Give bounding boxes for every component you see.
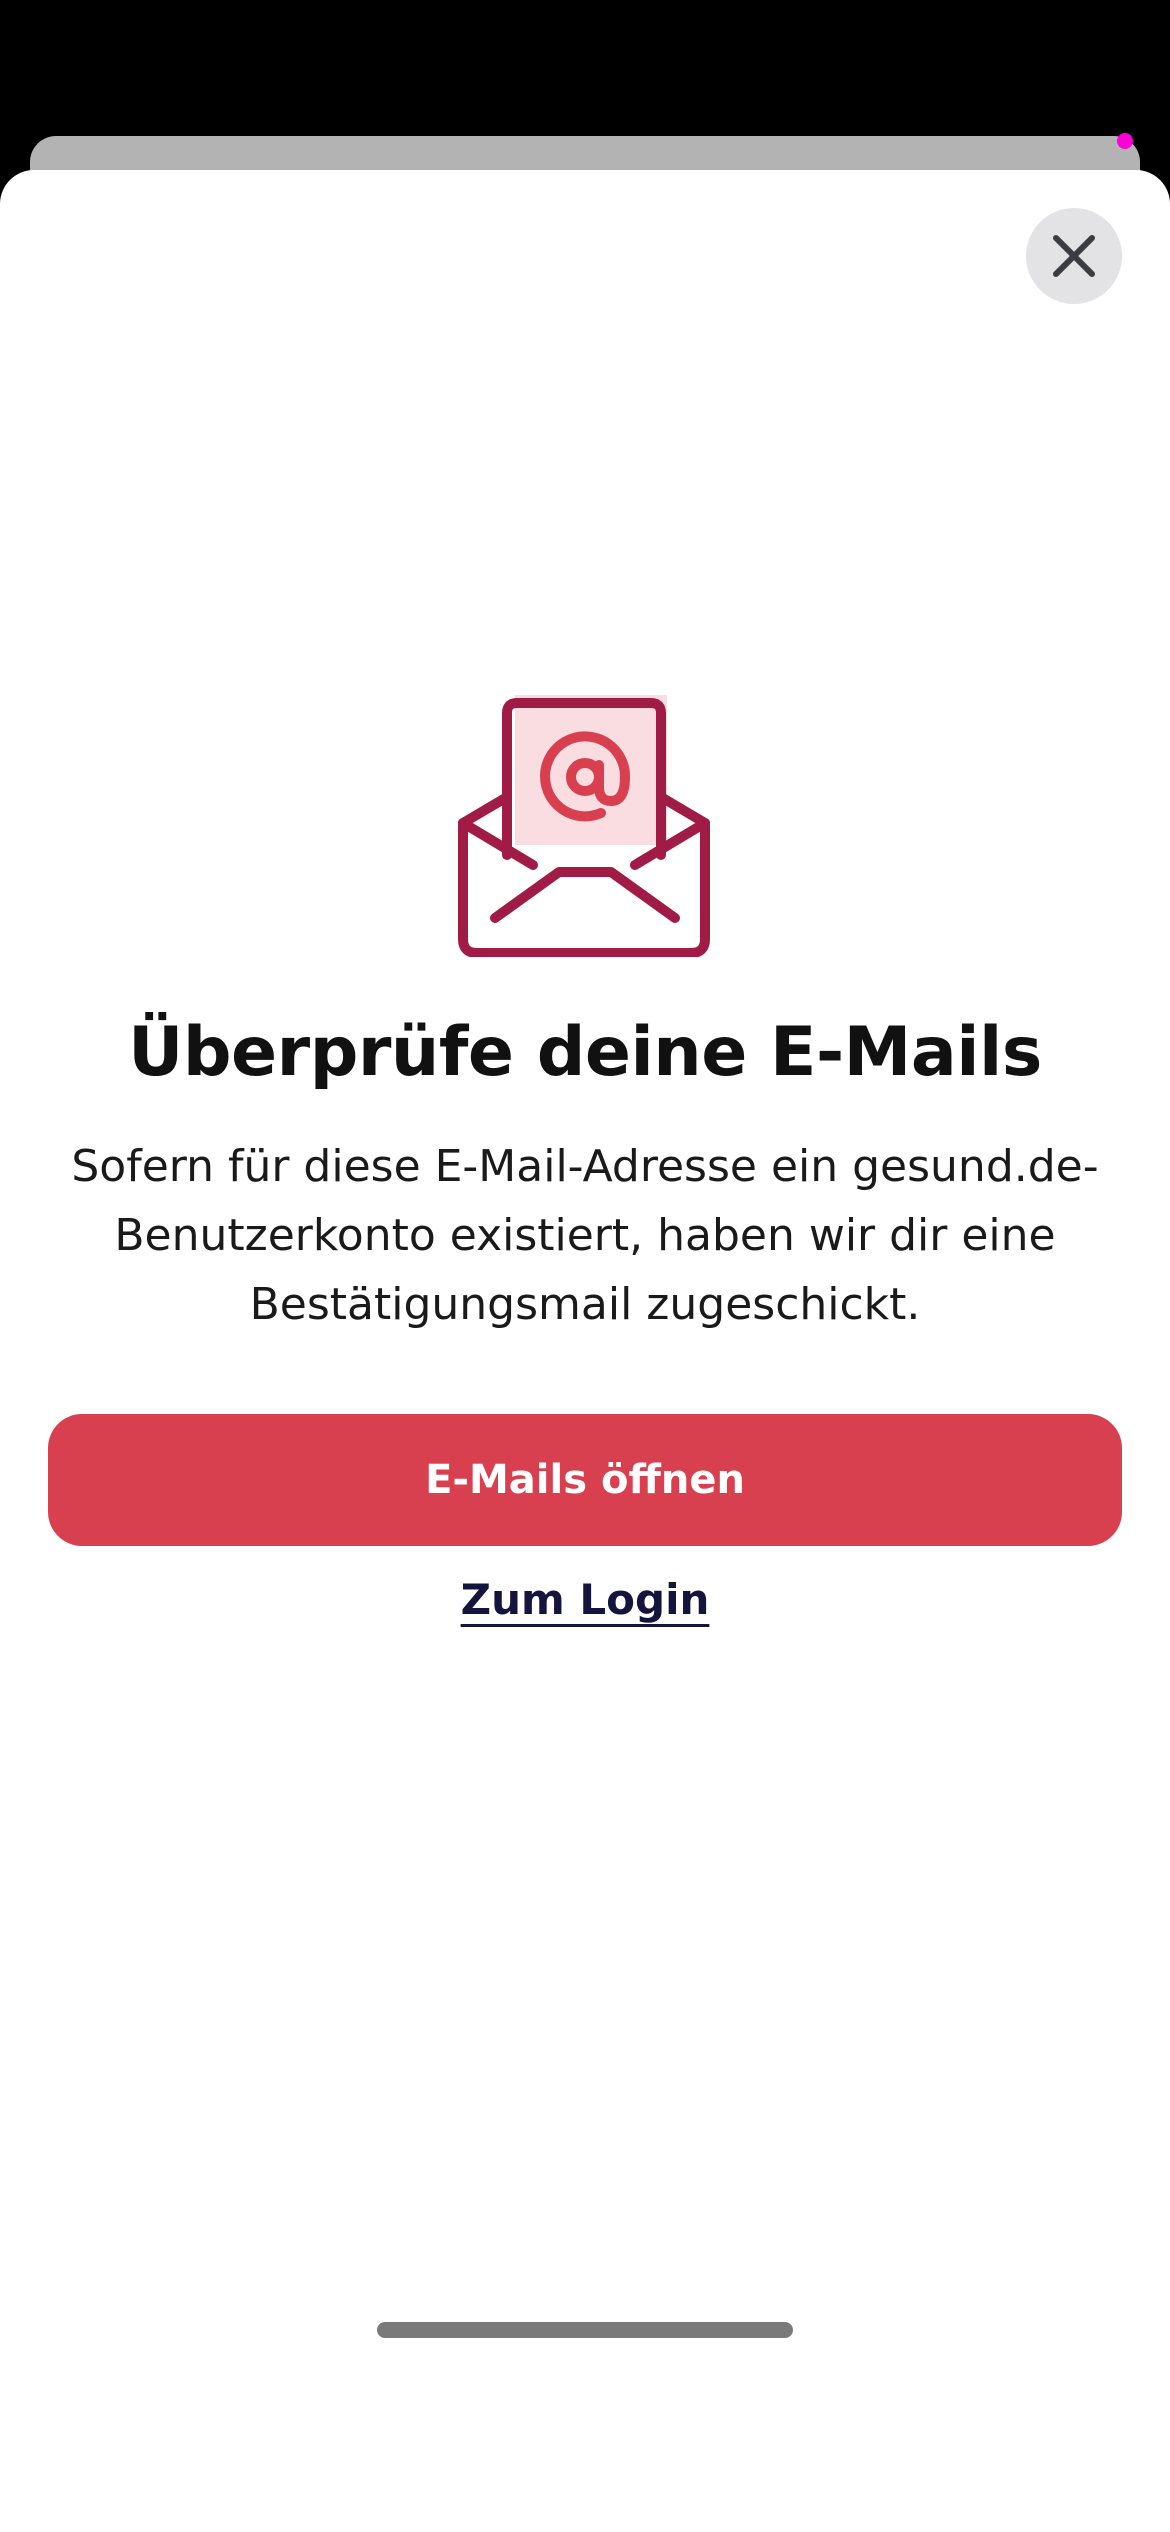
page-title: Überprüfe deine E-Mails xyxy=(128,1013,1042,1092)
description-text: Sofern für diese E-Mail-Adresse ein gesu… xyxy=(71,1141,1099,1330)
envelope-at-icon xyxy=(458,695,710,957)
screen: Überprüfe deine E-Mails Sofern für diese… xyxy=(0,0,1170,2532)
recording-indicator-dot xyxy=(1117,133,1133,149)
close-button[interactable] xyxy=(1026,208,1122,304)
modal-sheet: Überprüfe deine E-Mails Sofern für diese… xyxy=(0,170,1170,2532)
open-emails-button[interactable]: E-Mails öffnen xyxy=(48,1414,1122,1546)
close-icon xyxy=(1053,235,1095,277)
login-link[interactable]: Zum Login xyxy=(385,1575,785,1624)
home-indicator xyxy=(377,2322,793,2338)
